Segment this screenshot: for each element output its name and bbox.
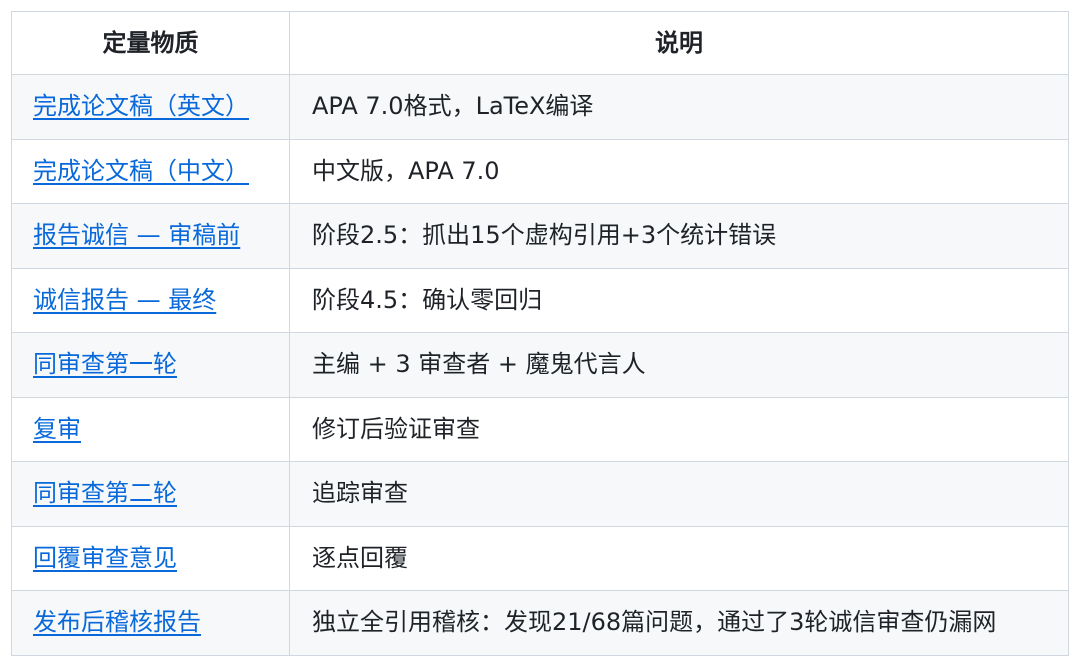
item-link[interactable]: 完成论文稿（中文） <box>33 157 249 185</box>
item-link[interactable]: 复审 <box>33 415 81 443</box>
table-row: 发布后稽核报告 独立全引用稽核：发现21/68篇问题，通过了3轮诚信审查仍漏网 <box>11 590 1069 656</box>
item-cell: 复审 <box>11 396 290 462</box>
table-header: 定量物质 说明 <box>11 11 1069 75</box>
item-cell: 完成论文稿（中文） <box>11 138 290 204</box>
description-cell: 阶段2.5：抓出15个虚构引用+3个统计错误 <box>289 203 1069 269</box>
description-cell: 独立全引用稽核：发现21/68篇问题，通过了3轮诚信审查仍漏网 <box>289 590 1069 656</box>
item-cell: 同审查第二轮 <box>11 461 290 527</box>
item-link[interactable]: 同审查第二轮 <box>33 479 177 507</box>
description-cell: 主编 + 3 审查者 + 魔鬼代言人 <box>289 332 1069 398</box>
table-row: 报告诚信 — 审稿前 阶段2.5：抓出15个虚构引用+3个统计错误 <box>11 203 1069 269</box>
item-link[interactable]: 回覆审查意见 <box>33 544 177 572</box>
table-row: 完成论文稿（英文） APA 7.0格式，LaTeX编译 <box>11 74 1069 140</box>
table-body: 完成论文稿（英文） APA 7.0格式，LaTeX编译 完成论文稿（中文） 中文… <box>11 74 1069 656</box>
item-link[interactable]: 同审查第一轮 <box>33 350 177 378</box>
item-cell: 发布后稽核报告 <box>11 590 290 656</box>
description-cell: 阶段4.5：确认零回归 <box>289 267 1069 333</box>
table-row: 复审 修订后验证审查 <box>11 396 1069 462</box>
table-row: 同审查第一轮 主编 + 3 审查者 + 魔鬼代言人 <box>11 332 1069 398</box>
table-row: 回覆审查意见 逐点回覆 <box>11 525 1069 591</box>
table-row: 同审查第二轮 追踪审查 <box>11 461 1069 527</box>
item-cell: 同审查第一轮 <box>11 332 290 398</box>
deliverables-table-container: 定量物质 说明 完成论文稿（英文） APA 7.0格式，LaTeX编译 完成论文… <box>11 11 1069 656</box>
item-link[interactable]: 诚信报告 — 最终 <box>33 286 216 314</box>
item-cell: 诚信报告 — 最终 <box>11 267 290 333</box>
item-cell: 回覆审查意见 <box>11 525 290 591</box>
description-cell: APA 7.0格式，LaTeX编译 <box>289 74 1069 140</box>
header-row: 定量物质 说明 <box>11 11 1069 75</box>
deliverables-table: 定量物质 说明 完成论文稿（英文） APA 7.0格式，LaTeX编译 完成论文… <box>11 11 1069 656</box>
description-cell: 中文版，APA 7.0 <box>289 138 1069 204</box>
item-link[interactable]: 完成论文稿（英文） <box>33 92 249 120</box>
description-cell: 追踪审查 <box>289 461 1069 527</box>
description-cell: 修订后验证审查 <box>289 396 1069 462</box>
header-item: 定量物质 <box>11 11 290 75</box>
table-row: 诚信报告 — 最终 阶段4.5：确认零回归 <box>11 267 1069 333</box>
item-link[interactable]: 发布后稽核报告 <box>33 608 201 636</box>
table-row: 完成论文稿（中文） 中文版，APA 7.0 <box>11 138 1069 204</box>
item-cell: 报告诚信 — 审稿前 <box>11 203 290 269</box>
item-cell: 完成论文稿（英文） <box>11 74 290 140</box>
description-cell: 逐点回覆 <box>289 525 1069 591</box>
header-description: 说明 <box>289 11 1069 75</box>
item-link[interactable]: 报告诚信 — 审稿前 <box>33 221 240 249</box>
